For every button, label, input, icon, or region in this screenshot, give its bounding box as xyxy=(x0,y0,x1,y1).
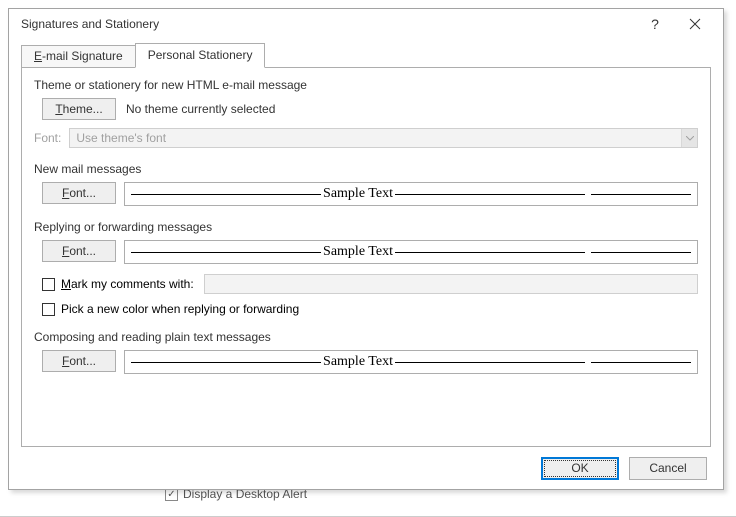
pick-color-checkbox[interactable] xyxy=(42,303,55,316)
dialog-body: E-mail Signature Personal Stationery The… xyxy=(9,39,723,447)
tab-label: Personal Stationery xyxy=(148,48,253,62)
font-label: Font: xyxy=(34,131,61,145)
new-mail-sample: Sample Text xyxy=(124,182,698,206)
plain-font-button[interactable]: Font... xyxy=(42,350,116,372)
reply-sample: Sample Text xyxy=(124,240,698,264)
dialog: Signatures and Stationery ? E-mail Signa… xyxy=(8,8,724,490)
titlebar: Signatures and Stationery ? xyxy=(9,9,723,39)
mark-comments-checkbox[interactable] xyxy=(42,278,55,291)
tab-email-signature[interactable]: E-mail Signature xyxy=(21,45,136,68)
theme-button[interactable]: Theme... xyxy=(42,98,116,120)
close-icon xyxy=(689,18,701,30)
theme-section-label: Theme or stationery for new HTML e-mail … xyxy=(34,78,698,92)
cancel-button[interactable]: Cancel xyxy=(629,457,707,480)
new-mail-font-button[interactable]: Font... xyxy=(42,182,116,204)
tab-panel: Theme or stationery for new HTML e-mail … xyxy=(21,67,711,447)
ok-button[interactable]: OK xyxy=(541,457,619,480)
mark-comments-label: Mark my comments with: xyxy=(61,277,194,291)
reply-font-button[interactable]: Font... xyxy=(42,240,116,262)
reply-label: Replying or forwarding messages xyxy=(34,220,698,234)
tab-personal-stationery[interactable]: Personal Stationery xyxy=(135,43,266,68)
chevron-down-icon xyxy=(681,129,697,147)
help-button[interactable]: ? xyxy=(635,10,675,38)
mark-comments-input xyxy=(204,274,698,294)
new-mail-label: New mail messages xyxy=(34,162,698,176)
close-button[interactable] xyxy=(675,10,715,38)
dialog-footer: OK Cancel xyxy=(9,447,723,489)
theme-status: No theme currently selected xyxy=(126,102,275,116)
dialog-title: Signatures and Stationery xyxy=(21,17,635,31)
dropdown-value: Use theme's font xyxy=(76,131,681,145)
plain-label: Composing and reading plain text message… xyxy=(34,330,698,344)
plain-sample: Sample Text xyxy=(124,350,698,374)
tab-strip: E-mail Signature Personal Stationery xyxy=(21,43,711,68)
pick-color-label: Pick a new color when replying or forwar… xyxy=(61,302,299,316)
help-icon: ? xyxy=(651,16,659,32)
theme-font-dropdown: Use theme's font xyxy=(69,128,698,148)
